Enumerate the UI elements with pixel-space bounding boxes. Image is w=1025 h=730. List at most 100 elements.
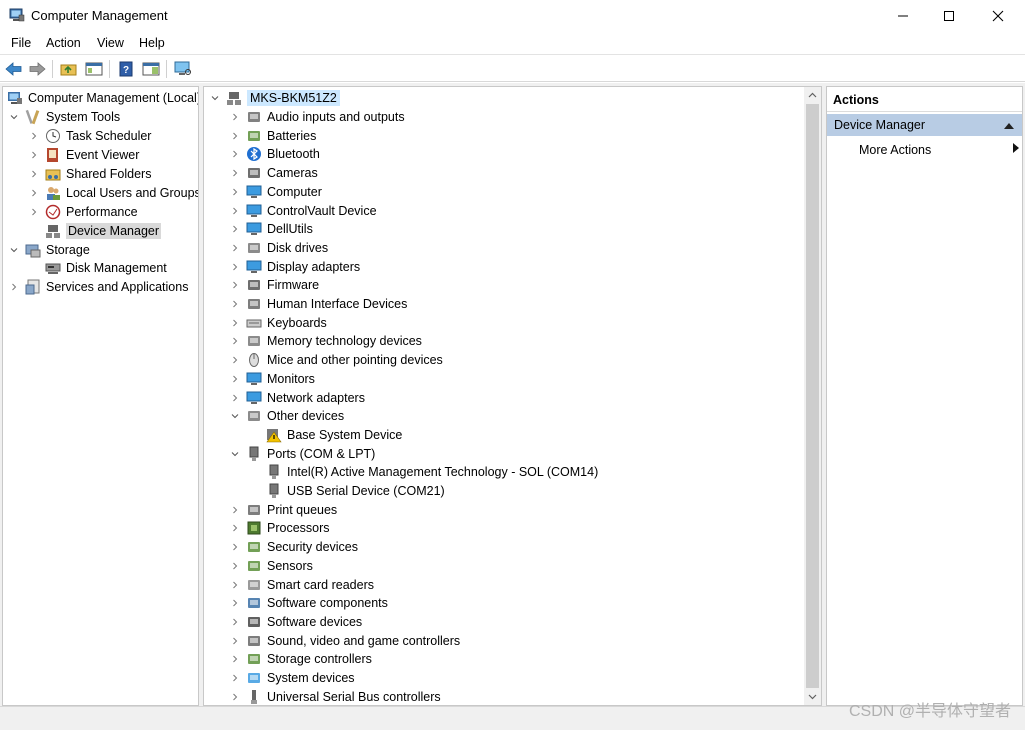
- chevron-right-icon[interactable]: [230, 519, 240, 537]
- chevron-right-icon[interactable]: [230, 370, 240, 388]
- device-category[interactable]: Software devices: [230, 613, 362, 631]
- tree-item-system-tools[interactable]: System Tools: [9, 108, 120, 126]
- chevron-right-icon[interactable]: [230, 576, 240, 594]
- device-category[interactable]: Display adapters: [230, 258, 360, 276]
- chevron-down-icon[interactable]: [210, 89, 220, 107]
- chevron-right-icon[interactable]: [230, 295, 240, 313]
- chevron-right-icon[interactable]: [230, 613, 240, 631]
- device-category[interactable]: Batteries: [230, 127, 316, 145]
- device-category[interactable]: Network adapters: [230, 389, 365, 407]
- chevron-down-icon[interactable]: [9, 241, 19, 259]
- vertical-scrollbar[interactable]: [804, 87, 821, 705]
- device-category[interactable]: Sensors: [230, 557, 313, 575]
- device-category[interactable]: Processors: [230, 519, 330, 537]
- device-category[interactable]: Monitors: [230, 370, 315, 388]
- chevron-right-icon[interactable]: [230, 351, 240, 369]
- menu-file[interactable]: File: [11, 36, 31, 50]
- tree-item-disk-management[interactable]: Disk Management: [45, 259, 167, 277]
- device-category[interactable]: Audio inputs and outputs: [230, 108, 405, 126]
- device-category[interactable]: Human Interface Devices: [230, 295, 407, 313]
- close-button[interactable]: [975, 0, 1021, 32]
- show-hide-console-tree-button[interactable]: [84, 59, 104, 79]
- chevron-right-icon[interactable]: [230, 183, 240, 201]
- chevron-right-icon[interactable]: [230, 220, 240, 238]
- device-category[interactable]: Cameras: [230, 164, 318, 182]
- tree-item-event-viewer[interactable]: Event Viewer: [29, 146, 139, 164]
- device-item[interactable]: Intel(R) Active Management Technology - …: [266, 463, 598, 481]
- menu-action[interactable]: Action: [46, 36, 81, 50]
- chevron-right-icon[interactable]: [29, 146, 39, 164]
- scroll-up-icon[interactable]: [804, 87, 821, 104]
- chevron-right-icon[interactable]: [9, 278, 19, 296]
- scroll-down-icon[interactable]: [804, 688, 821, 705]
- chevron-right-icon[interactable]: [230, 164, 240, 182]
- chevron-right-icon[interactable]: [230, 632, 240, 650]
- device-category[interactable]: Bluetooth: [230, 145, 320, 163]
- device-item[interactable]: USB Serial Device (COM21): [266, 482, 445, 500]
- device-category[interactable]: Smart card readers: [230, 576, 374, 594]
- device-category[interactable]: Disk drives: [230, 239, 328, 257]
- device-category[interactable]: Ports (COM & LPT): [230, 445, 375, 463]
- chevron-right-icon[interactable]: [230, 276, 240, 294]
- tree-item-shared-folders[interactable]: Shared Folders: [29, 165, 151, 183]
- forward-button[interactable]: [27, 59, 47, 79]
- device-item[interactable]: Base System Device: [266, 426, 402, 444]
- device-category[interactable]: ControlVault Device: [230, 202, 377, 220]
- tree-item-task-scheduler[interactable]: Task Scheduler: [29, 127, 151, 145]
- minimize-button[interactable]: [880, 0, 926, 32]
- menu-help[interactable]: Help: [139, 36, 165, 50]
- chevron-right-icon[interactable]: [230, 669, 240, 687]
- chevron-down-icon[interactable]: [9, 108, 19, 126]
- tree-item-storage[interactable]: Storage: [9, 241, 90, 259]
- chevron-right-icon[interactable]: [29, 165, 39, 183]
- device-category[interactable]: Firmware: [230, 276, 319, 294]
- chevron-right-icon[interactable]: [230, 557, 240, 575]
- device-category[interactable]: Mice and other pointing devices: [230, 351, 443, 369]
- chevron-right-icon[interactable]: [29, 127, 39, 145]
- device-category[interactable]: Universal Serial Bus controllers: [230, 688, 441, 705]
- chevron-right-icon[interactable]: [230, 389, 240, 407]
- back-button[interactable]: [4, 59, 24, 79]
- maximize-button[interactable]: [926, 0, 972, 32]
- more-actions-item[interactable]: More Actions: [859, 143, 1019, 161]
- tree-item-local-users[interactable]: Local Users and Groups: [29, 184, 198, 202]
- tree-item-root[interactable]: Computer Management (Local): [7, 89, 198, 107]
- chevron-right-icon[interactable]: [29, 184, 39, 202]
- properties-button[interactable]: [141, 59, 161, 79]
- device-category[interactable]: Software components: [230, 594, 388, 612]
- collapse-up-icon[interactable]: [1004, 122, 1014, 130]
- chevron-right-icon[interactable]: [230, 108, 240, 126]
- tree-item-services[interactable]: Services and Applications: [9, 278, 188, 296]
- chevron-right-icon[interactable]: [230, 202, 240, 220]
- chevron-right-icon[interactable]: [230, 332, 240, 350]
- help-button[interactable]: ?: [116, 59, 136, 79]
- up-level-button[interactable]: [59, 59, 79, 79]
- chevron-down-icon[interactable]: [230, 445, 240, 463]
- chevron-down-icon[interactable]: [230, 407, 240, 425]
- device-category[interactable]: Storage controllers: [230, 650, 372, 668]
- chevron-right-icon[interactable]: [230, 538, 240, 556]
- chevron-right-icon[interactable]: [230, 239, 240, 257]
- device-category[interactable]: Sound, video and game controllers: [230, 632, 460, 650]
- device-category[interactable]: DellUtils: [230, 220, 313, 238]
- chevron-right-icon[interactable]: [230, 688, 240, 705]
- device-category[interactable]: System devices: [230, 669, 355, 687]
- menu-view[interactable]: View: [97, 36, 124, 50]
- device-category[interactable]: Security devices: [230, 538, 358, 556]
- chevron-right-icon[interactable]: [230, 314, 240, 332]
- scan-hardware-button[interactable]: [173, 59, 193, 79]
- chevron-right-icon[interactable]: [230, 145, 240, 163]
- chevron-right-icon[interactable]: [29, 203, 39, 221]
- chevron-right-icon[interactable]: [230, 127, 240, 145]
- device-category[interactable]: Other devices: [230, 407, 344, 425]
- device-category[interactable]: Print queues: [230, 501, 337, 519]
- device-category[interactable]: Memory technology devices: [230, 332, 422, 350]
- tree-item-performance[interactable]: Performance: [29, 203, 138, 221]
- tree-item-device-manager[interactable]: Device Manager: [45, 222, 162, 240]
- chevron-right-icon[interactable]: [230, 501, 240, 519]
- actions-section-device-manager[interactable]: Device Manager: [827, 114, 1022, 136]
- device-category[interactable]: Keyboards: [230, 314, 327, 332]
- chevron-right-icon[interactable]: [230, 594, 240, 612]
- device-tree-root[interactable]: MKS-BKM51Z2: [210, 89, 340, 107]
- scrollbar-thumb[interactable]: [806, 104, 819, 688]
